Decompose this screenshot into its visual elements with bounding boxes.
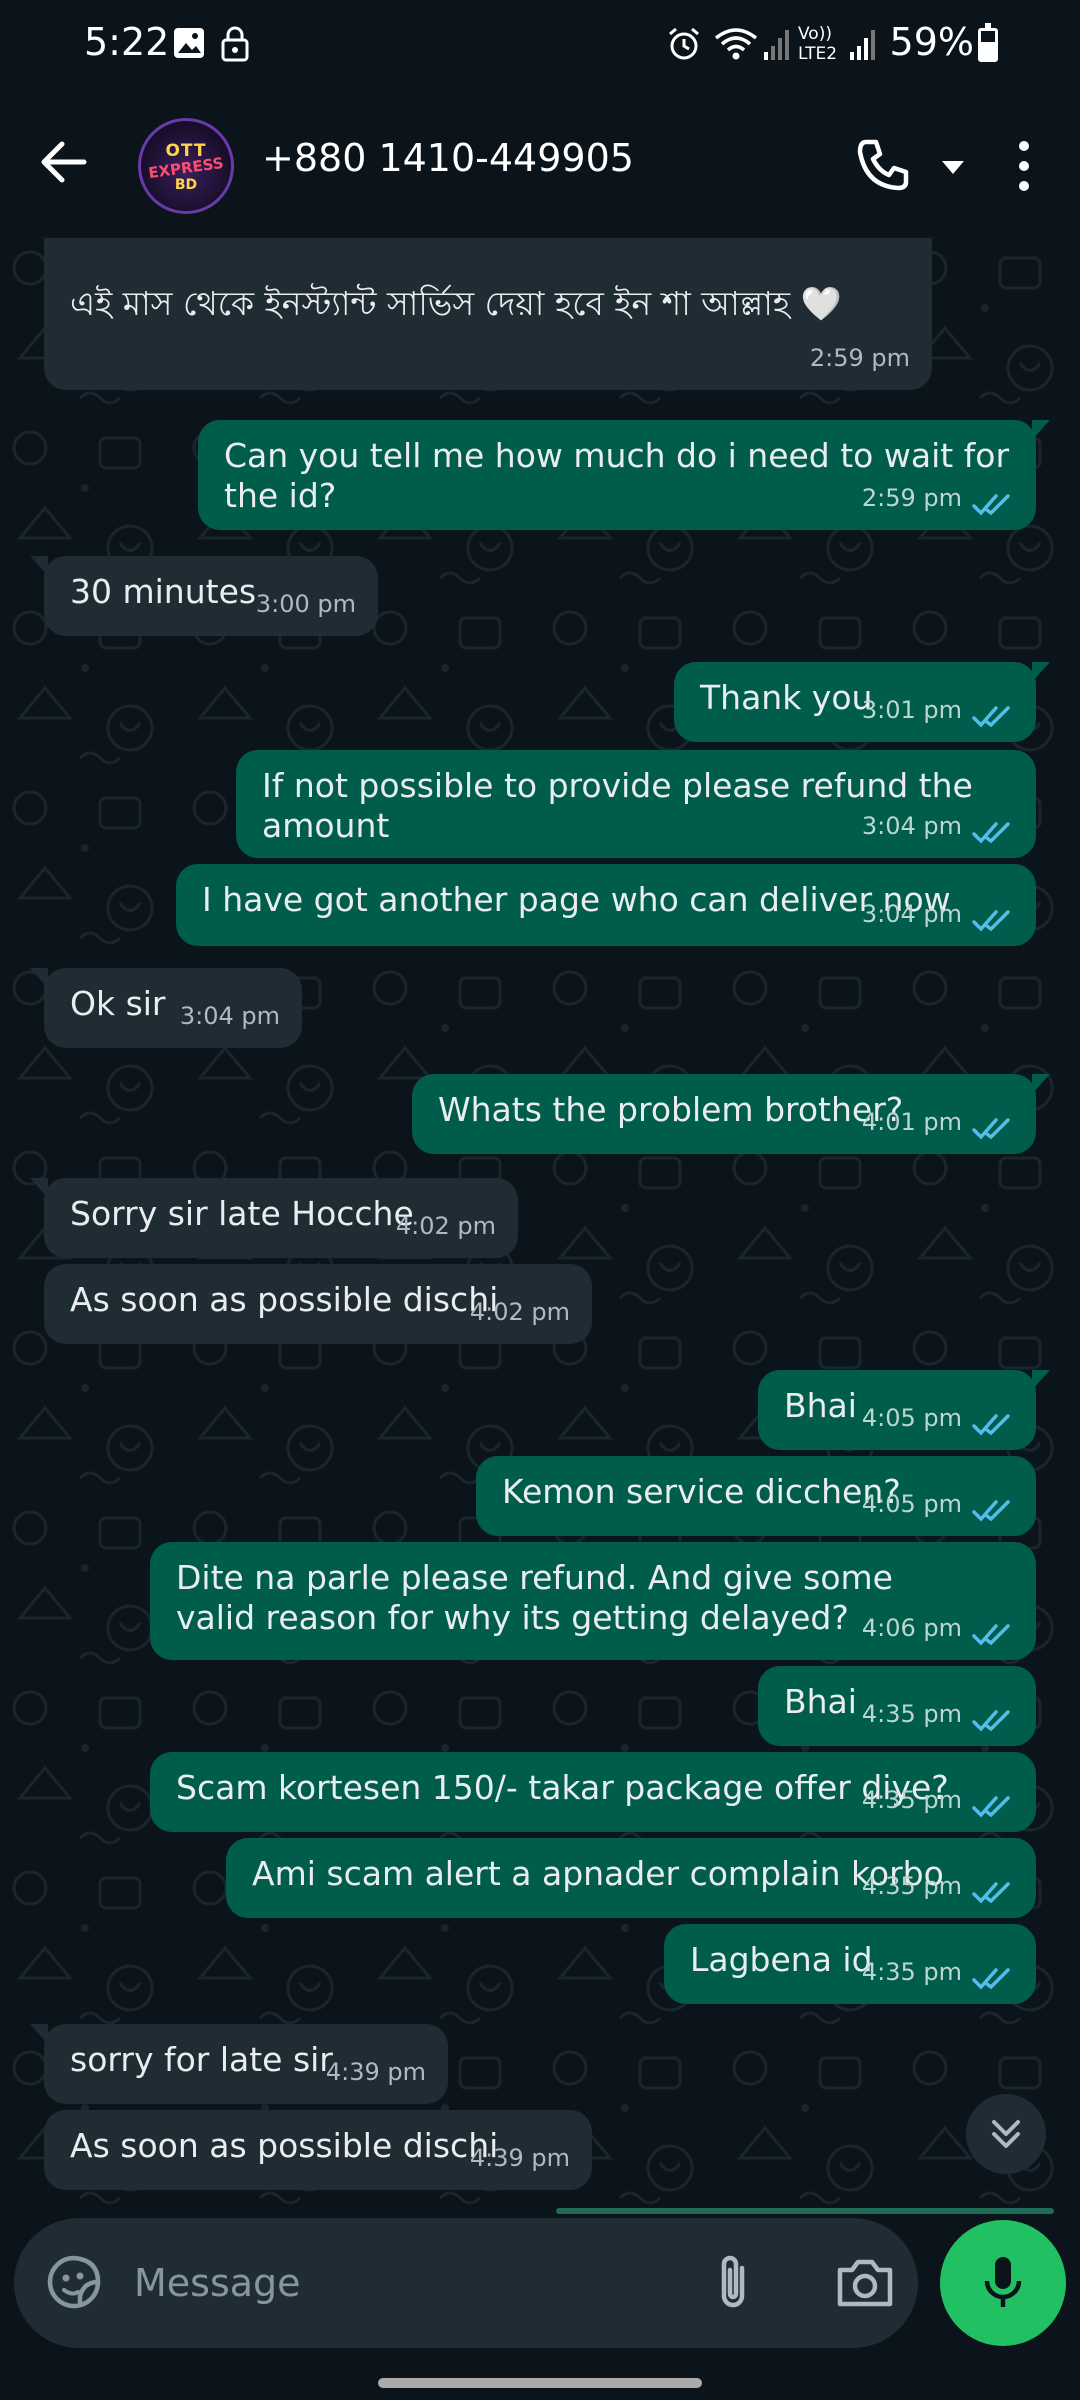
battery-icon xyxy=(978,23,998,62)
lock-icon xyxy=(221,26,249,62)
home-gesture-pill[interactable] xyxy=(378,2378,702,2388)
read-ticks-icon xyxy=(972,1710,1010,1732)
message-time: 4:35 pm xyxy=(861,1700,962,1728)
read-ticks-icon xyxy=(972,1414,1010,1436)
message-text: Lagbena id xyxy=(690,1940,873,1979)
read-ticks-icon xyxy=(972,1968,1010,1990)
read-ticks-icon xyxy=(972,706,1010,728)
contact-name[interactable]: +880 1410-449905 xyxy=(262,136,634,180)
signal-icon xyxy=(764,30,789,60)
message-time: 4:05 pm xyxy=(861,1490,962,1518)
divider-line xyxy=(556,2208,1054,2214)
message-incoming[interactable]: As soon as possible dischi 4:39 pm xyxy=(44,2110,592,2190)
mic-icon xyxy=(984,2257,1022,2307)
message-time: 4:02 pm xyxy=(395,1212,496,1240)
message-outgoing[interactable]: I have got another page who can deliver … xyxy=(176,864,1036,946)
message-time: 4:05 pm xyxy=(861,1404,962,1432)
message-outgoing[interactable]: Bhai 4:35 pm xyxy=(758,1666,1036,1746)
message-text: Whats the problem brother? xyxy=(438,1090,904,1129)
alarm-icon xyxy=(669,27,699,60)
message-time: 2:59 pm xyxy=(861,484,962,512)
message-incoming[interactable]: Sorry sir late Hocche 4:02 pm xyxy=(30,1178,518,1258)
message-time: 4:35 pm xyxy=(861,1872,962,1900)
message-incoming[interactable]: এই মাস থেকে ইনস্ট্যান্ট সার্ভিস দেয়া হব… xyxy=(44,238,932,390)
message-text: 30 minutes xyxy=(70,572,257,611)
image-icon xyxy=(174,28,204,58)
signal-icon-2 xyxy=(850,30,875,60)
message-time: 4:39 pm xyxy=(325,2058,426,2086)
status-time: 5:22 xyxy=(84,20,170,64)
message-text: As soon as possible dischi xyxy=(70,1280,499,1319)
read-ticks-icon xyxy=(972,1500,1010,1522)
avatar[interactable]: OTT EXPRESS BD xyxy=(138,118,234,214)
phone-icon[interactable] xyxy=(852,136,912,196)
message-time: 4:06 pm xyxy=(861,1614,962,1642)
message-text: Scam kortesen 150/- takar package offer … xyxy=(176,1768,949,1807)
message-time: 3:01 pm xyxy=(861,696,962,724)
message-time: 4:39 pm xyxy=(469,2144,570,2172)
message-text: Sorry sir late Hocche xyxy=(70,1194,414,1233)
scroll-to-bottom-button[interactable] xyxy=(966,2094,1046,2174)
message-text: Thank you xyxy=(700,678,873,717)
read-ticks-icon xyxy=(972,1796,1010,1818)
message-outgoing[interactable]: If not possible to provide please refund… xyxy=(236,750,1036,858)
double-chevron-down-icon xyxy=(992,2120,1020,2148)
more-vert-icon[interactable] xyxy=(1004,136,1044,196)
system-nav-bar xyxy=(0,2348,1080,2400)
message-text: Ok sir xyxy=(70,984,166,1023)
message-incoming[interactable]: sorry for late sir 4:39 pm xyxy=(30,2024,448,2104)
message-incoming[interactable]: Ok sir 3:04 pm xyxy=(30,968,302,1048)
chat-header: OTT EXPRESS BD +880 1410-449905 xyxy=(0,92,1080,238)
chat-area[interactable]: এই মাস থেকে ইনস্ট্যান্ট সার্ভিস দেয়া হব… xyxy=(0,238,1080,2218)
mic-button[interactable] xyxy=(940,2220,1066,2346)
message-time: 4:01 pm xyxy=(861,1108,962,1136)
message-text: Dite na parle please refund. And give so… xyxy=(176,1558,893,1637)
message-time: 3:04 pm xyxy=(179,1002,280,1030)
read-ticks-icon xyxy=(972,494,1010,516)
sticker-emoji-icon[interactable] xyxy=(44,2252,104,2312)
message-time: 4:02 pm xyxy=(469,1298,570,1326)
message-outgoing[interactable]: Dite na parle please refund. And give so… xyxy=(150,1542,1036,1660)
message-time: 2:59 pm xyxy=(809,344,910,372)
message-time: 4:35 pm xyxy=(861,1786,962,1814)
message-text: I have got another page who can deliver … xyxy=(202,880,951,919)
message-outgoing[interactable]: Thank you 3:01 pm xyxy=(674,662,1050,742)
wifi-icon xyxy=(714,28,758,60)
status-bar: 5:22 Vo)) LTE2 59% xyxy=(0,0,1080,92)
message-time: 4:35 pm xyxy=(861,1958,962,1986)
message-outgoing[interactable]: Whats the problem brother? 4:01 pm xyxy=(412,1074,1050,1154)
read-ticks-icon xyxy=(972,910,1010,932)
read-ticks-icon xyxy=(972,1882,1010,1904)
network-label: Vo)) LTE2 xyxy=(798,24,838,64)
back-arrow-icon[interactable] xyxy=(34,132,94,192)
message-outgoing[interactable]: Can you tell me how much do i need to wa… xyxy=(198,420,1050,530)
attach-paperclip-icon[interactable] xyxy=(708,2250,758,2316)
message-text: Bhai xyxy=(784,1386,857,1425)
message-outgoing[interactable]: Lagbena id 4:35 pm xyxy=(664,1924,1036,2004)
chevron-down-icon[interactable] xyxy=(938,152,968,182)
message-text: এই মাস থেকে ইনস্ট্যান্ট সার্ভিস দেয়া হব… xyxy=(70,284,842,323)
battery-percent: 59% xyxy=(889,20,974,64)
message-text: Bhai xyxy=(784,1682,857,1721)
message-outgoing[interactable]: Scam kortesen 150/- takar package offer … xyxy=(150,1752,1036,1832)
message-time: 3:04 pm xyxy=(861,900,962,928)
message-text: As soon as possible dischi xyxy=(70,2126,499,2165)
message-composer xyxy=(14,2218,918,2348)
message-text: Kemon service dicchen? xyxy=(502,1472,901,1511)
avatar-text-bottom: BD xyxy=(174,177,198,193)
message-time: 3:04 pm xyxy=(861,812,962,840)
read-ticks-icon xyxy=(972,1624,1010,1646)
message-input[interactable] xyxy=(134,2248,694,2318)
message-incoming[interactable]: As soon as possible dischi 4:02 pm xyxy=(44,1264,592,1344)
camera-icon[interactable] xyxy=(834,2254,896,2312)
read-ticks-icon xyxy=(972,1118,1010,1140)
message-outgoing[interactable]: Bhai 4:05 pm xyxy=(758,1370,1050,1450)
message-outgoing[interactable]: Ami scam alert a apnader complain korbo … xyxy=(226,1838,1036,1918)
message-text: Ami scam alert a apnader complain korbo xyxy=(252,1854,944,1893)
read-ticks-icon xyxy=(972,822,1010,844)
message-text: sorry for late sir xyxy=(70,2040,333,2079)
message-incoming[interactable]: 30 minutes 3:00 pm xyxy=(30,556,378,636)
message-time: 3:00 pm xyxy=(255,590,356,618)
message-outgoing[interactable]: Kemon service dicchen? 4:05 pm xyxy=(476,1456,1036,1536)
